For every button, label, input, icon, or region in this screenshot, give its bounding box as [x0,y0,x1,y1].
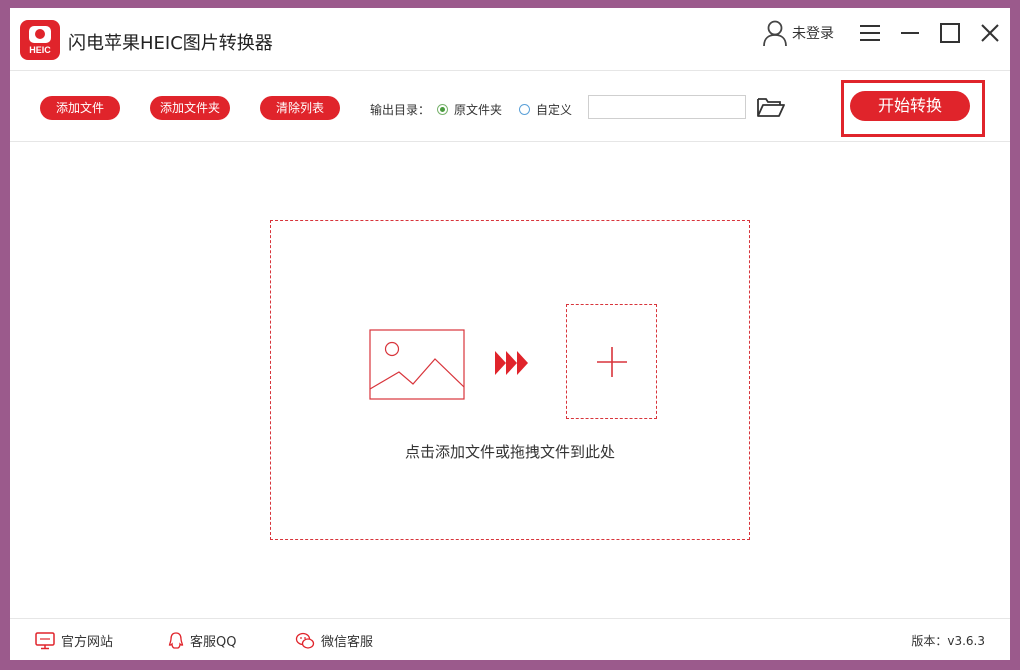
add-file-box[interactable] [566,304,657,419]
app-logo: HEIC [20,20,60,60]
radio-original-folder[interactable]: 原文件夹 [437,101,502,118]
radio-dot-selected [437,104,448,115]
footer: 官方网站 客服QQ 微信客服 版本：v3.6.3 [10,618,1010,660]
output-path-input[interactable] [588,95,746,119]
version-text: 版本：v3.6.3 [911,634,985,648]
official-website-link[interactable]: 官方网站 [35,631,113,650]
radio-custom[interactable]: 自定义 [519,101,572,118]
menu-icon [860,25,880,41]
monitor-icon [35,631,55,649]
close-button[interactable] [975,18,1005,48]
clear-list-button[interactable]: 清除列表 [260,96,340,120]
customer-qq-label: 客服QQ [190,635,237,650]
maximize-icon [940,23,960,43]
plus-icon [597,347,627,377]
app-logo-text: HEIC [29,45,51,55]
camera-icon [29,26,51,43]
folder-open-icon [757,98,785,117]
wechat-service-label: 微信客服 [321,635,374,650]
output-dir-label: 输出目录： [370,103,431,117]
menu-button[interactable] [855,18,885,48]
add-file-button[interactable]: 添加文件 [40,96,120,120]
wechat-icon [295,632,315,649]
customer-qq-link[interactable]: 客服QQ [168,631,236,650]
login-button[interactable]: 未登录 [762,18,834,48]
official-website-label: 官方网站 [61,635,114,650]
browse-folder-button[interactable] [756,95,786,121]
start-convert-button[interactable]: 开始转换 [850,91,970,121]
toolbar: 添加文件 添加文件夹 清除列表 输出目录： 原文件夹 自定义 开始转换 [10,71,1010,142]
login-label: 未登录 [792,26,834,42]
image-icon [369,329,465,400]
wechat-service-link[interactable]: 微信客服 [295,631,373,650]
radio-dot [519,104,530,115]
user-icon [763,20,787,47]
app-window: HEIC 闪电苹果HEIC图片转换器 未登录 添加文件 添加文件夹 清除列表 输… [10,8,1010,660]
drop-hint: 点击添加文件或拖拽文件到此处 [404,443,615,461]
drop-zone[interactable]: 点击添加文件或拖拽文件到此处 [270,220,750,540]
title-bar: HEIC 闪电苹果HEIC图片转换器 未登录 [10,8,1010,71]
qq-icon [168,631,184,649]
maximize-button[interactable] [935,18,965,48]
radio-original-label: 原文件夹 [454,103,503,117]
close-icon [981,24,999,42]
minimize-button[interactable] [895,18,925,48]
minimize-icon [901,32,919,34]
triple-arrow-icon [495,351,528,375]
radio-custom-label: 自定义 [536,103,573,117]
app-title: 闪电苹果HEIC图片转换器 [68,33,273,54]
add-folder-button[interactable]: 添加文件夹 [150,96,230,120]
